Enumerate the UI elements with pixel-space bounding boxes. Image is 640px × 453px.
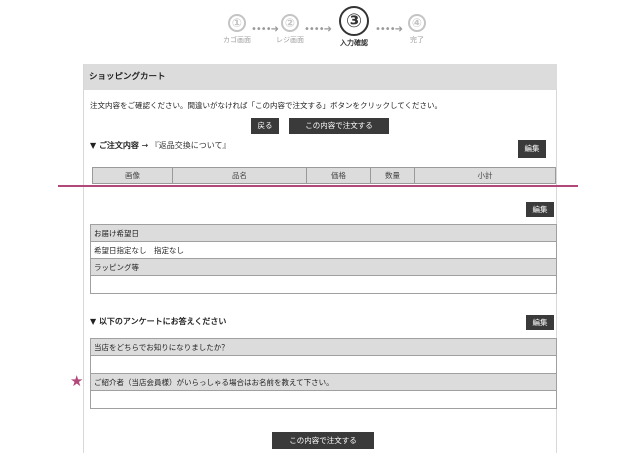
column-quantity: 数量 [370, 167, 415, 184]
survey-answer-1 [90, 355, 557, 374]
step-3-label: 入力確認 [340, 39, 368, 47]
returns-exchange-link[interactable]: 『返品交換について』 [151, 141, 231, 150]
table-row: 当店をどちらでお知りになりましたか？ [90, 338, 557, 356]
cart-title: ショッピングカート [84, 64, 557, 90]
table-row: ラッピング等 [90, 258, 557, 276]
wrapping-value [90, 275, 557, 294]
survey-heading: ▼ 以下のアンケートにお答えください [90, 317, 227, 326]
star-icon: ★ [70, 372, 84, 390]
highlight-divider-line [58, 185, 578, 187]
wrapping-label: ラッピング等 [90, 258, 557, 276]
checkout-steps: ① カゴ画面 ••••➜ ② レジ画面 ••••➜ ③ 入力確認 ••••➜ ④… [0, 6, 640, 56]
order-items-table: 画像 品名 価格 数量 小計 [92, 167, 556, 184]
delivery-date-label: お届け希望日 [90, 224, 557, 242]
step-3-number: ③ [339, 6, 369, 36]
edit-survey-button[interactable]: 編集 [526, 315, 554, 330]
step-2-label: レジ画面 [276, 36, 304, 44]
edit-delivery-button[interactable]: 編集 [526, 202, 554, 217]
table-row [90, 275, 557, 294]
step-2-number: ② [281, 14, 299, 32]
column-subtotal: 小計 [414, 167, 556, 184]
confirm-instruction: 注文内容をご確認ください。間違いがなければ「この内容で注文する」ボタンをクリック… [90, 101, 443, 110]
column-product-name: 品名 [172, 167, 307, 184]
column-image: 画像 [92, 167, 173, 184]
delivery-options-table: お届け希望日 希望日指定なし 指定なし ラッピング等 [90, 224, 557, 294]
shopping-cart-panel: ショッピングカート 注文内容をご確認ください。間違いがなければ「この内容で注文す… [83, 64, 557, 453]
survey-table: 当店をどちらでお知りになりましたか？ ご紹介者（当店会員様）がいらっしゃる場合は… [90, 338, 557, 409]
survey-question-2: ご紹介者（当店会員様）がいらっしゃる場合はお名前を教えて下さい。 [90, 373, 557, 391]
table-row: 希望日指定なし 指定なし [90, 241, 557, 259]
table-header-row: 画像 品名 価格 数量 小計 [92, 167, 556, 184]
table-row [90, 355, 557, 374]
table-row [90, 390, 557, 409]
place-order-button-bottom[interactable]: この内容で注文する [272, 432, 374, 449]
step-1-number: ① [228, 14, 246, 32]
edit-order-button[interactable]: 編集 [518, 140, 546, 158]
survey-answer-2 [90, 390, 557, 409]
step-complete: ④ 完了 [387, 6, 447, 45]
step-1-label: カゴ画面 [223, 36, 251, 44]
order-contents-arrow: → [141, 141, 149, 150]
back-button[interactable]: 戻る [251, 118, 279, 134]
table-row: ご紹介者（当店会員様）がいらっしゃる場合はお名前を教えて下さい。 [90, 373, 557, 391]
order-contents-heading: ▼ ご注文内容 → 『返品交換について』 [90, 140, 231, 151]
order-contents-title: ▼ ご注文内容 [90, 141, 139, 150]
table-row: お届け希望日 [90, 224, 557, 242]
survey-question-1: 当店をどちらでお知りになりましたか？ [90, 338, 557, 356]
step-4-number: ④ [408, 14, 426, 32]
step-4-label: 完了 [410, 36, 424, 44]
place-order-button-top[interactable]: この内容で注文する [289, 118, 389, 134]
delivery-date-value: 希望日指定なし 指定なし [90, 241, 557, 259]
column-price: 価格 [306, 167, 371, 184]
